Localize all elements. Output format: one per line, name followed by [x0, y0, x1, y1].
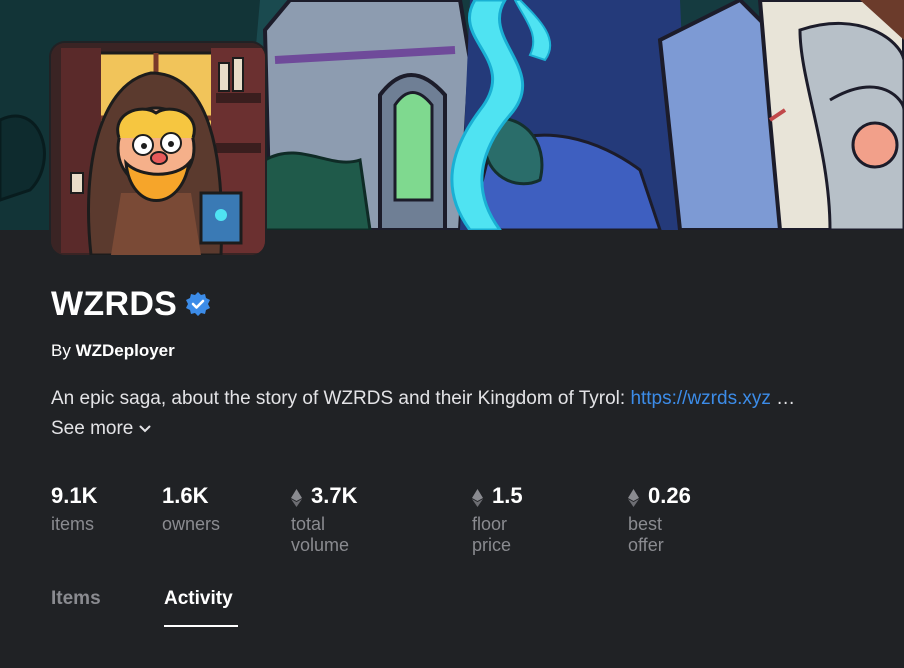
stat-value: 3.7K [311, 483, 358, 508]
stat-label: best offer [628, 514, 664, 555]
stat-value: 9.1K [51, 483, 98, 508]
see-more-label: See more [51, 418, 134, 439]
collection-description: An epic saga, about the story of WZRDS a… [51, 388, 881, 410]
stat-label: total volume [291, 514, 350, 555]
stat-value: 1.5 [492, 483, 523, 508]
active-tab-indicator [164, 625, 238, 627]
stat-label: floor price [472, 514, 512, 555]
stat-label: items [51, 514, 95, 534]
by-prefix: By [51, 341, 71, 360]
verified-badge-icon [185, 291, 211, 317]
stat-value: 0.26 [648, 483, 691, 508]
ethereum-icon [291, 487, 302, 507]
stat-floor-price: 1.5 floor price [472, 482, 523, 556]
ethereum-icon [472, 487, 483, 507]
website-link[interactable]: https://wzrds.xyz [630, 388, 770, 409]
description-ellipsis: … [770, 388, 796, 409]
stat-value: 1.6K [162, 483, 209, 508]
stat-owners: 1.6K owners [162, 482, 220, 535]
stat-items: 9.1K items [51, 482, 97, 535]
stat-best-offer: 0.26 best offer [628, 482, 691, 556]
collection-title: WZRDS [51, 284, 178, 323]
stat-total-volume: 3.7K total volume [291, 482, 357, 556]
see-more-button[interactable]: See more [51, 418, 151, 440]
ethereum-icon [628, 487, 639, 507]
collection-title-row: WZRDS [51, 282, 211, 326]
creator-link[interactable]: WZDeployer [76, 341, 175, 360]
tab-items[interactable]: Items [51, 588, 101, 610]
chevron-down-icon [139, 418, 151, 440]
stat-label: owners [162, 514, 221, 534]
collection-avatar [51, 43, 265, 255]
tab-activity[interactable]: Activity [164, 588, 233, 610]
description-text: An epic saga, about the story of WZRDS a… [51, 388, 631, 409]
creator-byline: By WZDeployer [51, 341, 175, 361]
